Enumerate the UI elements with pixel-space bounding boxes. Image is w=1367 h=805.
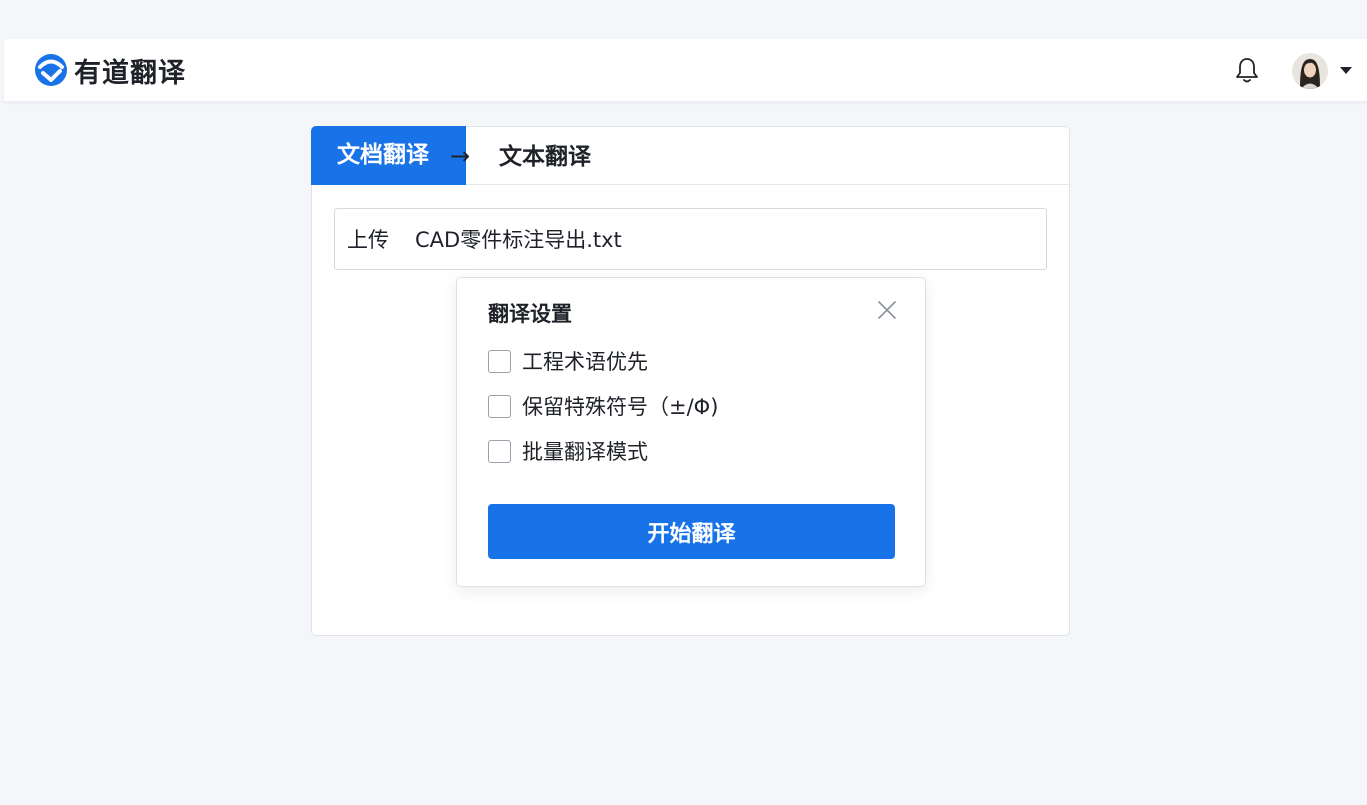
translation-settings-dialog: 翻译设置 工程术语优先 保留特殊符号（±/Φ) 批量翻译模式 开始翻译 xyxy=(456,277,926,587)
tab-document-translation[interactable]: 文档翻译 xyxy=(311,126,466,185)
option-engineering-terms[interactable]: 工程术语优先 xyxy=(488,348,648,374)
option-label: 保留特殊符号（±/Φ) xyxy=(522,395,719,419)
avatar[interactable] xyxy=(1292,53,1328,89)
checkbox-engineering-terms[interactable] xyxy=(488,349,511,373)
option-batch-mode[interactable]: 批量翻译模式 xyxy=(488,438,648,464)
bell-icon[interactable] xyxy=(1232,55,1262,85)
option-label: 批量翻译模式 xyxy=(522,440,648,464)
checkbox-keep-special-symbols[interactable] xyxy=(488,394,511,418)
brand-name: 有道翻译 xyxy=(74,57,186,89)
close-icon[interactable] xyxy=(875,298,899,322)
upload-filename: CAD零件标注导出.txt xyxy=(415,228,622,252)
tab-text-translation[interactable]: 文本翻译 xyxy=(499,127,591,185)
tab-bar: 文档翻译 → 文本翻译 xyxy=(311,126,1069,185)
arrow-right-icon: → xyxy=(450,142,471,170)
start-translation-button[interactable]: 开始翻译 xyxy=(488,504,895,559)
option-keep-special-symbols[interactable]: 保留特殊符号（±/Φ) xyxy=(488,393,718,419)
checkbox-batch-mode[interactable] xyxy=(488,439,511,463)
upload-label: 上传 xyxy=(347,228,389,252)
upload-field[interactable]: 上传 CAD零件标注导出.txt xyxy=(334,208,1047,270)
option-label: 工程术语优先 xyxy=(522,350,648,374)
brand-logo[interactable]: 有道翻译 xyxy=(32,51,186,89)
top-navigation-bar: 有道翻译 xyxy=(4,39,1367,102)
caret-down-icon[interactable] xyxy=(1338,63,1354,79)
dialog-title: 翻译设置 xyxy=(488,302,572,326)
youdao-logo-icon xyxy=(32,51,70,89)
